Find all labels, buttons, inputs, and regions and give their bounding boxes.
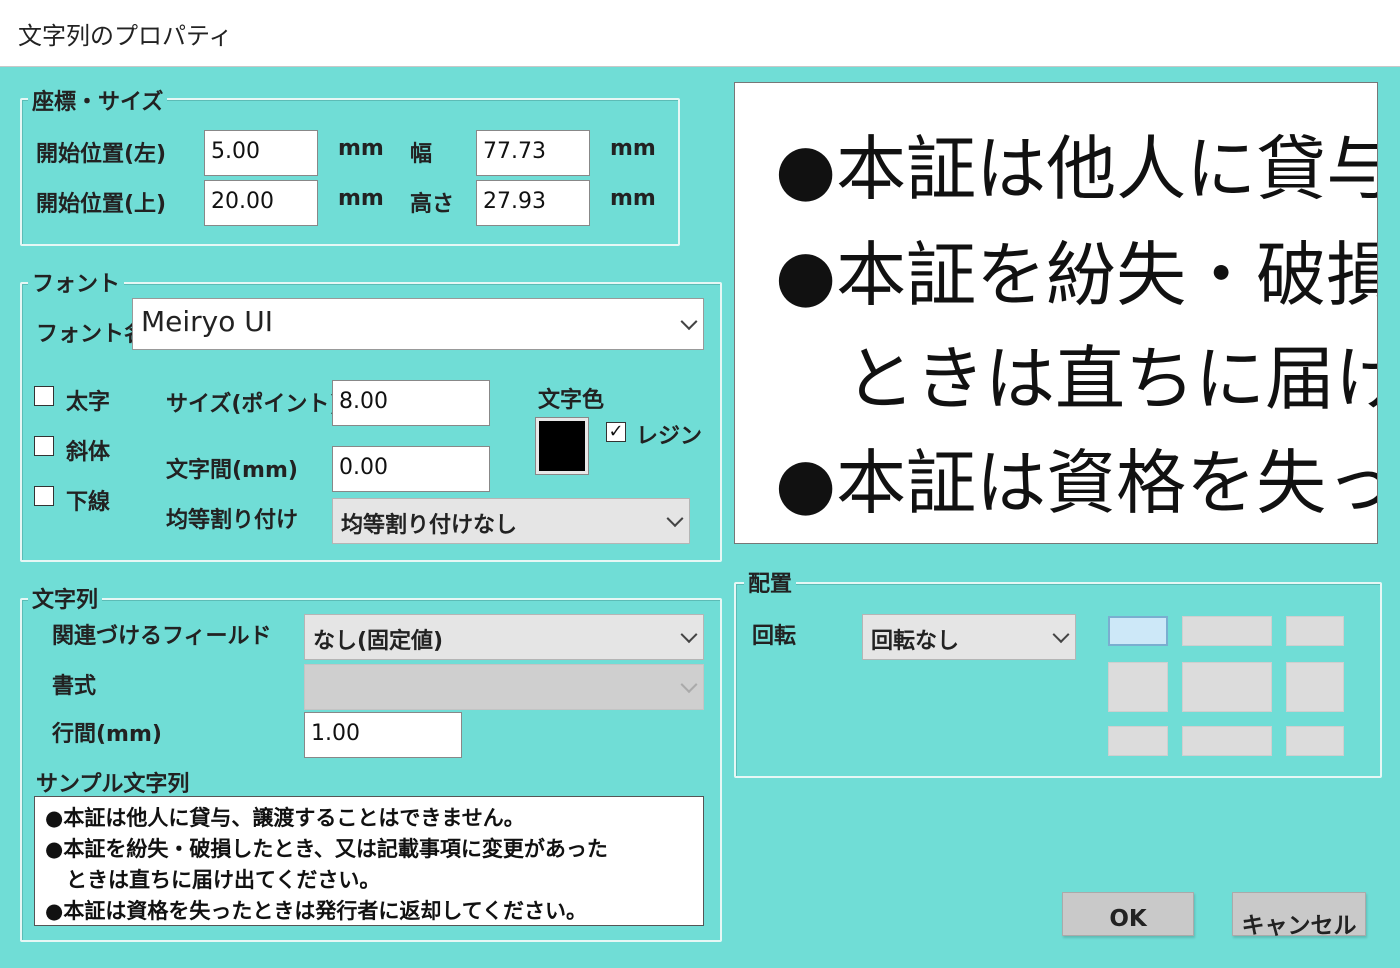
width-unit: mm	[610, 136, 656, 161]
height-unit: mm	[610, 186, 656, 211]
font-name-select[interactable]: Meiryo UI	[132, 298, 704, 350]
string-legend: 文字列	[28, 582, 103, 614]
start-left-input[interactable]: 5.00	[204, 130, 318, 176]
preview-line: ときは直ちに届け出	[844, 338, 1377, 420]
rotation-label: 回転	[752, 624, 797, 649]
line-spacing-label: 行間(mm)	[52, 722, 162, 747]
format-label: 書式	[52, 674, 97, 699]
font-name-label: フォント名	[36, 322, 147, 347]
field-label: 関連づけるフィールド	[52, 624, 272, 649]
width-label: 幅	[410, 142, 433, 167]
placement-group	[734, 582, 1382, 778]
rotation-select[interactable]: 回転なし	[862, 614, 1076, 660]
bold-checkbox[interactable]	[34, 386, 54, 406]
align-top-right[interactable]	[1286, 616, 1344, 646]
font-size-label: サイズ(ポイント)	[166, 392, 340, 417]
sample-line: ●本証は資格を失ったときは発行者に返却してください。	[45, 899, 588, 923]
chevron-down-icon	[1052, 626, 1070, 644]
width-input[interactable]: 77.73	[476, 130, 590, 176]
preview-line: ●本証は他人に貸与	[775, 128, 1378, 210]
title-bar: 文字列のプロパティ	[0, 0, 1400, 67]
chevron-down-icon	[680, 626, 698, 644]
sample-line: ときは直ちに届け出てください。	[45, 868, 381, 892]
rotation-value: 回転なし	[871, 629, 960, 654]
chevron-down-icon	[680, 676, 698, 694]
underline-label: 下線	[66, 490, 111, 515]
char-spacing-input[interactable]: 0.00	[332, 446, 490, 492]
start-left-unit: mm	[338, 136, 384, 161]
placement-legend: 配置	[744, 566, 797, 598]
sample-label: サンプル文字列	[36, 772, 190, 797]
sample-textarea[interactable]: ●本証は他人に貸与、譲渡することはできません。 ●本証を紛失・破損したとき、又は…	[34, 796, 704, 926]
align-top-left[interactable]	[1108, 616, 1168, 646]
underline-checkbox[interactable]	[34, 486, 54, 506]
font-name-value: Meiryo UI	[141, 305, 274, 338]
align-bottom-right[interactable]	[1286, 726, 1344, 756]
justify-label: 均等割り付け	[166, 508, 299, 533]
justify-value: 均等割り付けなし	[341, 513, 518, 538]
align-bottom-left[interactable]	[1108, 726, 1168, 756]
font-legend: フォント	[28, 266, 125, 298]
char-spacing-label: 文字間(mm)	[166, 458, 298, 483]
align-middle-left[interactable]	[1108, 662, 1168, 712]
preview-line: ●本証を紛失・破損	[775, 234, 1378, 316]
position-size-legend: 座標・サイズ	[28, 84, 168, 116]
height-input[interactable]: 27.93	[476, 180, 590, 226]
align-middle-right[interactable]	[1286, 662, 1344, 712]
justify-select[interactable]: 均等割り付けなし	[332, 498, 690, 544]
sample-line: ●本証を紛失・破損したとき、又は記載事項に変更があった	[45, 837, 608, 861]
align-middle-center[interactable]	[1182, 662, 1272, 712]
bold-label: 太字	[66, 390, 111, 415]
align-top-center[interactable]	[1182, 616, 1272, 646]
resin-label: レジン	[636, 424, 703, 449]
italic-checkbox[interactable]	[34, 436, 54, 456]
sample-line: ●本証は他人に貸与、譲渡することはできません。	[45, 806, 525, 830]
field-value: なし(固定値)	[313, 629, 444, 654]
chevron-down-icon	[666, 510, 684, 528]
ok-button[interactable]: OK	[1062, 892, 1194, 936]
align-bottom-center[interactable]	[1182, 726, 1272, 756]
format-select	[304, 664, 704, 710]
text-preview: ●本証は他人に貸与 ●本証を紛失・破損 ときは直ちに届け出 ●本証は資格を失っ	[734, 82, 1378, 544]
preview-line: ●本証は資格を失っ	[775, 442, 1378, 524]
window-title: 文字列のプロパティ	[18, 22, 233, 50]
font-size-input[interactable]: 8.00	[332, 380, 490, 426]
text-color-swatch[interactable]	[535, 417, 589, 475]
chevron-down-icon	[680, 313, 698, 331]
start-left-label: 開始位置(左)	[36, 142, 167, 167]
cancel-button[interactable]: キャンセル	[1232, 892, 1366, 939]
start-top-input[interactable]: 20.00	[204, 180, 318, 226]
height-label: 高さ	[410, 192, 455, 217]
resin-checkbox[interactable]: ✓	[606, 422, 626, 442]
start-top-unit: mm	[338, 186, 384, 211]
field-select[interactable]: なし(固定値)	[304, 614, 704, 660]
italic-label: 斜体	[66, 440, 111, 465]
line-spacing-input[interactable]: 1.00	[304, 712, 462, 758]
start-top-label: 開始位置(上)	[36, 192, 167, 217]
text-color-label: 文字色	[538, 388, 605, 413]
